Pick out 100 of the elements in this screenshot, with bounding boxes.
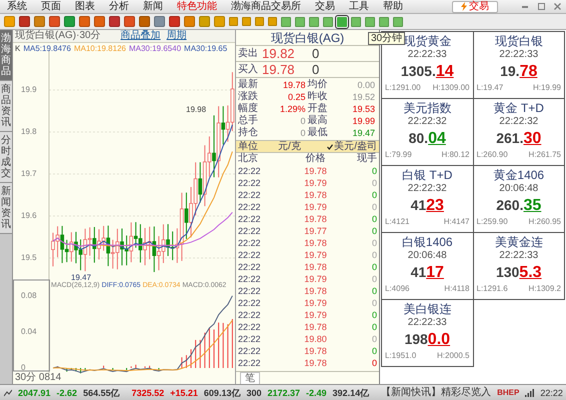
menu-item[interactable]: 分析: [102, 0, 136, 12]
toolbar-button[interactable]: [19, 16, 30, 27]
menu-item[interactable]: 图表: [68, 0, 102, 12]
toolbar-button[interactable]: [184, 16, 195, 27]
quote-price: 19.82: [262, 44, 296, 63]
chart-link[interactable]: 周期: [166, 30, 187, 42]
toolbar-button[interactable]: [139, 16, 150, 27]
stat-label: 最低: [308, 128, 328, 138]
menu-item[interactable]: 特色功能: [170, 0, 224, 12]
quote-time: 20:06:48: [499, 182, 538, 195]
toolbar-button[interactable]: [154, 16, 165, 27]
high-price: H:4147: [444, 216, 470, 228]
stat-value: 0: [300, 128, 306, 138]
quote-volume: 0: [312, 44, 320, 63]
quote-card[interactable]: 黄金1406 20:06:48 260.35 L:259.90 H:260.95: [474, 166, 565, 233]
toolbar-button[interactable]: [4, 16, 15, 27]
stat-label: 持仓: [238, 128, 258, 138]
toolbar-button[interactable]: [94, 16, 105, 27]
toolbar-button[interactable]: [64, 16, 75, 27]
period-button[interactable]: [337, 16, 347, 26]
menu-item[interactable]: 新闻: [136, 0, 170, 12]
news-ticker-link[interactable]: 【新闻快讯】精彩尽览入: [381, 388, 492, 398]
stat-label: 均价: [308, 80, 328, 90]
menu-item[interactable]: 帮助: [376, 0, 410, 12]
quote-price: 1305.3: [496, 263, 542, 283]
indicator-label: MA30:19.65: [184, 44, 228, 53]
toolbar-button[interactable]: [109, 16, 120, 27]
period-button[interactable]: [365, 16, 375, 26]
quote-card[interactable]: 美白银连 22:22:33 1980.0 L:1951.0 H:2000.5: [382, 300, 474, 367]
column-header: 北京: [238, 154, 259, 164]
menu-item[interactable]: 工具: [342, 0, 376, 12]
trade-volume: 0: [370, 190, 377, 200]
quote-time: 22:22:33: [499, 48, 538, 61]
status-value: 564.55亿: [83, 388, 120, 398]
period-button[interactable]: [281, 16, 291, 26]
quote-card[interactable]: 白银1406 20:06:48 4117 L:4096 H:4118: [382, 233, 474, 300]
chart-title: 现货白银(AG)·30分: [15, 30, 101, 42]
trade-time: 22:22: [238, 346, 262, 356]
clock: 22:22: [540, 388, 563, 398]
unit-option[interactable]: 美元/盎司: [327, 142, 377, 152]
period-button[interactable]: [379, 16, 389, 26]
indicator-label: MA30:19.6540: [128, 44, 182, 53]
quote-card[interactable]: 美元指数 22:22:32 80.04 L:79.99 H:80.12: [382, 99, 474, 166]
toolbar-button[interactable]: [199, 16, 210, 27]
low-price: L:1291.00: [385, 82, 421, 94]
quote-time: 22:22:33: [408, 316, 447, 329]
stat-value: 0.00: [357, 80, 375, 90]
toolbar-button[interactable]: [124, 16, 135, 27]
quote-card[interactable]: 现货白银 22:22:33 19.78 L:19.47 H:19.99: [474, 32, 565, 99]
period-button[interactable]: [323, 16, 333, 26]
toolbar-button[interactable]: [169, 16, 180, 27]
trade-volume: 0: [370, 298, 377, 308]
high-price: H:260.95: [528, 216, 561, 228]
trade-volume: 0: [370, 178, 377, 188]
indicator-label: K: [15, 44, 20, 53]
period-button[interactable]: [351, 16, 361, 26]
chart-icon: [4, 388, 12, 396]
stat-value: 1.29%: [280, 104, 306, 114]
toolbar-button[interactable]: [214, 16, 225, 27]
side-tab[interactable]: 渤海商品: [0, 30, 12, 81]
trade-volume: 0: [370, 262, 377, 272]
trade-time: 22:22: [238, 298, 262, 308]
side-tab[interactable]: 分时成交: [0, 132, 12, 183]
panel-tab[interactable]: 笔: [240, 372, 260, 384]
axis-label: 30分 0814: [15, 373, 62, 383]
high-price: H:261.75: [528, 149, 561, 161]
quote-time: 22:22:33: [499, 249, 538, 262]
high-price-label: 19.98: [186, 106, 206, 114]
quote-label: 卖出: [238, 46, 259, 61]
tooltip: 30分钟: [368, 32, 406, 45]
menu-item[interactable]: 渤海商品交易所: [224, 0, 308, 12]
instrument-name: 白银 T+D: [402, 168, 452, 182]
low-price: L:259.90: [476, 216, 508, 228]
menu-item[interactable]: 页面: [34, 0, 68, 12]
brand-logo: BHEP: [497, 388, 520, 398]
menu-item[interactable]: 交易: [308, 0, 342, 12]
trade-volume: 0: [370, 286, 377, 296]
low-price: L:79.99: [385, 149, 412, 161]
high-price: H:1309.00: [432, 82, 470, 94]
toolbar-button[interactable]: [49, 16, 60, 27]
period-button[interactable]: [309, 16, 319, 26]
trade-price: 19.79: [303, 250, 328, 260]
side-tab[interactable]: 商品资讯: [0, 81, 12, 132]
trade-volume: 0: [370, 226, 377, 236]
menu-item[interactable]: 系统: [0, 0, 34, 12]
trade-price: 19.79: [303, 298, 328, 308]
trade-button[interactable]: 交易: [452, 0, 498, 12]
quote-card[interactable]: 白银 T+D 22:22:32 4123 L:4121 H:4147: [382, 166, 474, 233]
quote-card[interactable]: 美黄金连 22:22:33 1305.3 L:1291.6 H:1309.2: [474, 233, 565, 300]
toolbar-button[interactable]: [79, 16, 90, 27]
low-price: L:4121: [385, 216, 410, 228]
trade-volume: 0: [370, 214, 377, 224]
trade-time: 22:22: [238, 190, 262, 200]
trade-time: 22:22: [238, 226, 262, 236]
period-button[interactable]: [295, 16, 305, 26]
instrument-name: 现货白银: [494, 34, 543, 48]
side-tab[interactable]: 新闻资讯: [0, 183, 12, 234]
quote-card[interactable]: 黄金 T+D 22:22:32 261.30 L:260.90 H:261.75: [474, 99, 565, 166]
period-button[interactable]: [393, 16, 403, 26]
toolbar-button[interactable]: [34, 16, 45, 27]
